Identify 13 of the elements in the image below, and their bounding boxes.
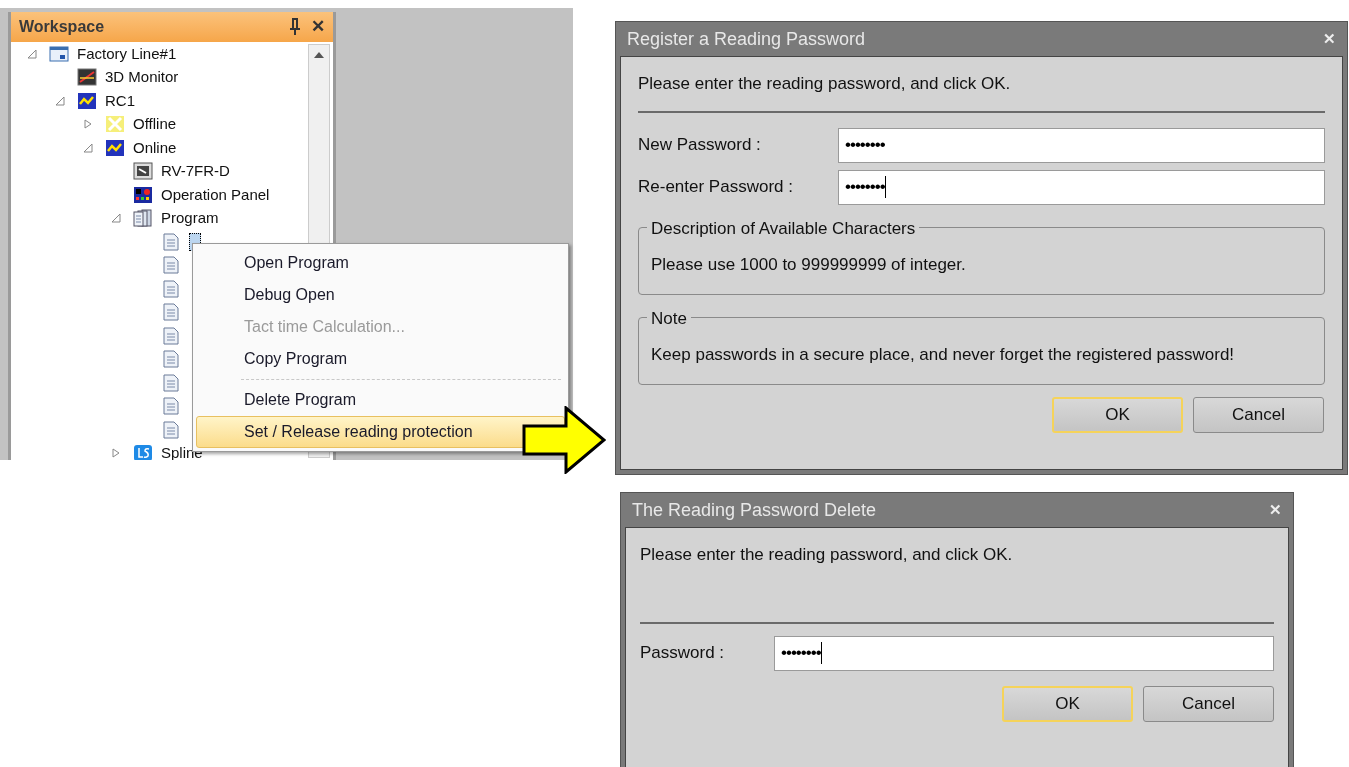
group-text: Keep passwords in a secure place, and never forget the registered password! [651, 343, 1235, 366]
panel-title: Workspace [19, 17, 105, 37]
password-dots: •••••••• [845, 134, 885, 157]
field-label: Password : [640, 642, 726, 665]
dialog-message: Please enter the reading password, and click OK. [638, 73, 1012, 95]
password-dots: •••••••• [781, 642, 821, 665]
password-dots: •••••••• [845, 176, 885, 199]
dialog-message: Please enter the reading password, and click OK. [640, 544, 1014, 566]
group-text: Please use 1000 to 999999999 of integer. [651, 253, 966, 276]
dialog-title: The Reading Password Delete [632, 498, 877, 522]
dialog-title: Register a Reading Password [627, 27, 866, 51]
field-label: Re-enter Password : [638, 176, 794, 199]
field-label: New Password : [638, 134, 762, 157]
